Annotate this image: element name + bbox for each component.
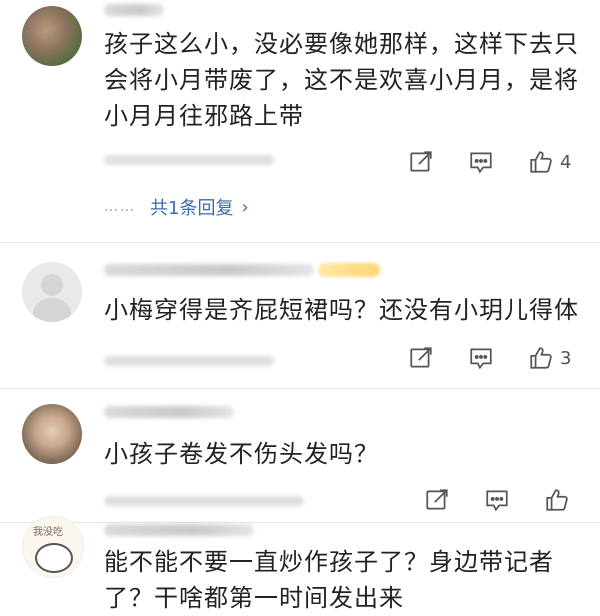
avatar[interactable] — [22, 262, 82, 322]
replies-link[interactable]: …… 共1条回复 › — [104, 194, 249, 220]
comment-button[interactable] — [468, 345, 494, 371]
share-icon — [410, 347, 432, 368]
avatar-body — [33, 298, 71, 322]
share-icon — [410, 151, 432, 172]
chevron-right-icon: › — [241, 196, 249, 218]
avatar[interactable] — [22, 404, 82, 464]
thumbs-up-icon — [530, 347, 552, 369]
comment-text: 能不能不要一直炒作孩子了？身边带记者了？干啥都第一时间发出来 — [104, 548, 554, 612]
blurred-badge — [318, 263, 380, 277]
avatar[interactable] — [22, 6, 82, 66]
comment-text: 小梅穿得是齐屁短裙吗？还没有小玥儿得体 — [104, 296, 579, 324]
comment-text: 孩子这么小，没必要像她那样，这样下去只会将小月带废了，这不是欢喜小月月，是将小月… — [104, 30, 579, 130]
share-button[interactable] — [408, 345, 434, 371]
comment-button[interactable] — [468, 149, 494, 175]
blurred-username — [104, 524, 254, 536]
replies-label: 共1条回复 — [150, 198, 234, 219]
like-count: 4 — [560, 151, 572, 173]
comment-actions — [424, 486, 576, 514]
divider — [0, 388, 600, 389]
blurred-meta — [104, 496, 304, 506]
share-button[interactable] — [424, 487, 450, 513]
comment-icon — [470, 348, 492, 370]
blurred-username — [104, 406, 234, 418]
blurred-meta — [104, 356, 274, 366]
blurred-username — [104, 4, 164, 16]
like-count: 3 — [560, 347, 572, 369]
comment-button[interactable] — [484, 487, 510, 513]
avatar-head — [41, 274, 63, 296]
comment-feed: 孩子这么小，没必要像她那样，这样下去只会将小月带废了，这不是欢喜小月月，是将小月… — [0, 0, 600, 613]
comment-actions: 3 — [408, 344, 571, 372]
comment-icon — [486, 490, 508, 512]
thumbs-up-icon — [530, 151, 552, 173]
comment-text: 小孩子卷发不伤头发吗？ — [104, 440, 379, 468]
blurred-username — [104, 264, 314, 276]
comment-actions: 4 — [408, 148, 571, 176]
thumbs-up-icon — [546, 489, 568, 511]
divider — [0, 242, 600, 243]
like-button[interactable] — [544, 487, 576, 513]
share-button[interactable] — [408, 149, 434, 175]
avatar-doodle — [35, 543, 73, 573]
share-icon — [426, 489, 448, 510]
avatar[interactable]: 我没吃 — [22, 516, 84, 578]
like-button[interactable]: 3 — [528, 345, 571, 371]
comment-icon — [470, 152, 492, 174]
divider — [0, 522, 600, 523]
replies-dots: …… — [104, 199, 136, 215]
like-button[interactable]: 4 — [528, 149, 571, 175]
blurred-meta — [104, 155, 274, 165]
avatar-caption: 我没吃 — [33, 527, 63, 538]
